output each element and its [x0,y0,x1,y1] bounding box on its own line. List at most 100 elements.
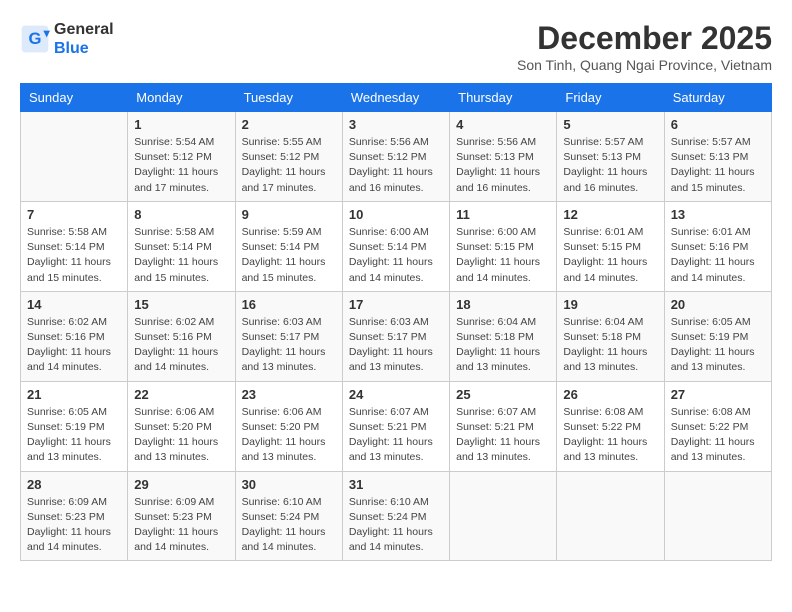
day-number: 7 [27,207,121,222]
weekday-header-wednesday: Wednesday [342,84,449,112]
day-number: 20 [671,297,765,312]
calendar-cell: 14Sunrise: 6:02 AM Sunset: 5:16 PM Dayli… [21,291,128,381]
day-number: 25 [456,387,550,402]
calendar-cell: 25 Sunrise: 6:07 AM Sunset: 5:21 PM Dayli… [450,381,557,471]
calendar-week-row: 14Sunrise: 6:02 AM Sunset: 5:16 PM Dayli… [21,291,772,381]
day-number: 1 [134,117,228,132]
svg-text:G: G [29,29,42,48]
day-info: Sunrise: 5:56 AM Sunset: 5:12 PM Dayligh… [349,135,443,196]
day-info: Sunrise: 5:54 AM Sunset: 5:12 PM Dayligh… [134,135,228,196]
calendar-cell: 8 Sunrise: 5:58 AM Sunset: 5:14 PM Daylig… [128,201,235,291]
calendar-cell: 15Sunrise: 6:02 AM Sunset: 5:16 PM Dayli… [128,291,235,381]
logo-blue-text: Blue [54,40,89,57]
page-header: G General Blue December 2025 Son Tinh, Q… [20,20,772,73]
calendar-cell: 28 Sunrise: 6:09 AM Sunset: 5:23 PM Dayli… [21,471,128,561]
calendar-cell: 21Sunrise: 6:05 AM Sunset: 5:19 PM Dayli… [21,381,128,471]
day-info: Sunrise: 6:04 AM Sunset: 5:18 PM Dayligh… [563,315,657,376]
calendar-cell: 7 Sunrise: 5:58 AM Sunset: 5:14 PM Daylig… [21,201,128,291]
day-number: 26 [563,387,657,402]
calendar-body: 1 Sunrise: 5:54 AM Sunset: 5:12 PM Daylig… [21,112,772,561]
day-number: 27 [671,387,765,402]
calendar-cell: 16 Sunrise: 6:03 AM Sunset: 5:17 PM Dayli… [235,291,342,381]
day-number: 5 [563,117,657,132]
calendar-week-row: 1 Sunrise: 5:54 AM Sunset: 5:12 PM Daylig… [21,112,772,202]
day-info: Sunrise: 6:01 AM Sunset: 5:16 PM Dayligh… [671,225,765,286]
calendar-cell: 20 Sunrise: 6:05 AM Sunset: 5:19 PM Dayli… [664,291,771,381]
calendar-cell: 19 Sunrise: 6:04 AM Sunset: 5:18 PM Dayli… [557,291,664,381]
weekday-header-tuesday: Tuesday [235,84,342,112]
day-info: Sunrise: 6:05 AM Sunset: 5:19 PM Dayligh… [671,315,765,376]
calendar-cell: 30Sunrise: 6:10 AM Sunset: 5:24 PM Dayli… [235,471,342,561]
day-number: 12 [563,207,657,222]
day-info: Sunrise: 5:57 AM Sunset: 5:13 PM Dayligh… [671,135,765,196]
calendar-cell: 18 Sunrise: 6:04 AM Sunset: 5:18 PM Dayli… [450,291,557,381]
day-info: Sunrise: 5:58 AM Sunset: 5:14 PM Dayligh… [27,225,121,286]
day-number: 28 [27,477,121,492]
day-number: 13 [671,207,765,222]
weekday-header-sunday: Sunday [21,84,128,112]
day-number: 24 [349,387,443,402]
day-info: Sunrise: 6:10 AM Sunset: 5:24 PM Dayligh… [242,495,336,556]
day-number: 19 [563,297,657,312]
day-number: 22 [134,387,228,402]
calendar-table: SundayMondayTuesdayWednesdayThursdayFrid… [20,83,772,561]
calendar-week-row: 28 Sunrise: 6:09 AM Sunset: 5:23 PM Dayli… [21,471,772,561]
day-number: 2 [242,117,336,132]
day-number: 8 [134,207,228,222]
day-info: Sunrise: 6:01 AM Sunset: 5:15 PM Dayligh… [563,225,657,286]
day-info: Sunrise: 6:06 AM Sunset: 5:20 PM Dayligh… [242,405,336,466]
calendar-header: SundayMondayTuesdayWednesdayThursdayFrid… [21,84,772,112]
day-info: Sunrise: 5:59 AM Sunset: 5:14 PM Dayligh… [242,225,336,286]
calendar-cell: 26 Sunrise: 6:08 AM Sunset: 5:22 PM Dayli… [557,381,664,471]
day-info: Sunrise: 6:08 AM Sunset: 5:22 PM Dayligh… [671,405,765,466]
day-number: 16 [242,297,336,312]
day-info: Sunrise: 6:00 AM Sunset: 5:15 PM Dayligh… [456,225,550,286]
calendar-cell: 24 Sunrise: 6:07 AM Sunset: 5:21 PM Dayli… [342,381,449,471]
calendar-cell: 6 Sunrise: 5:57 AM Sunset: 5:13 PM Daylig… [664,112,771,202]
day-number: 23 [242,387,336,402]
day-info: Sunrise: 6:03 AM Sunset: 5:17 PM Dayligh… [242,315,336,376]
calendar-cell: 29Sunrise: 6:09 AM Sunset: 5:23 PM Dayli… [128,471,235,561]
day-info: Sunrise: 6:04 AM Sunset: 5:18 PM Dayligh… [456,315,550,376]
day-number: 6 [671,117,765,132]
day-info: Sunrise: 6:02 AM Sunset: 5:16 PM Dayligh… [27,315,121,376]
day-info: Sunrise: 6:07 AM Sunset: 5:21 PM Dayligh… [349,405,443,466]
calendar-cell [450,471,557,561]
calendar-cell: 12 Sunrise: 6:01 AM Sunset: 5:15 PM Dayli… [557,201,664,291]
calendar-cell [664,471,771,561]
logo-general-text: General [54,21,114,38]
day-info: Sunrise: 6:10 AM Sunset: 5:24 PM Dayligh… [349,495,443,556]
day-number: 4 [456,117,550,132]
calendar-cell [557,471,664,561]
calendar-cell: 13 Sunrise: 6:01 AM Sunset: 5:16 PM Dayli… [664,201,771,291]
day-number: 15 [134,297,228,312]
day-info: Sunrise: 6:06 AM Sunset: 5:20 PM Dayligh… [134,405,228,466]
day-info: Sunrise: 6:05 AM Sunset: 5:19 PM Dayligh… [27,405,121,466]
calendar-cell: 22 Sunrise: 6:06 AM Sunset: 5:20 PM Dayli… [128,381,235,471]
weekday-header-saturday: Saturday [664,84,771,112]
weekday-header-friday: Friday [557,84,664,112]
logo-icon: G [20,24,50,54]
calendar-cell: 27 Sunrise: 6:08 AM Sunset: 5:22 PM Dayli… [664,381,771,471]
day-info: Sunrise: 6:08 AM Sunset: 5:22 PM Dayligh… [563,405,657,466]
month-title: December 2025 [517,20,772,57]
day-info: Sunrise: 5:56 AM Sunset: 5:13 PM Dayligh… [456,135,550,196]
calendar-week-row: 7 Sunrise: 5:58 AM Sunset: 5:14 PM Daylig… [21,201,772,291]
day-info: Sunrise: 5:55 AM Sunset: 5:12 PM Dayligh… [242,135,336,196]
day-info: Sunrise: 6:07 AM Sunset: 5:21 PM Dayligh… [456,405,550,466]
day-info: Sunrise: 5:58 AM Sunset: 5:14 PM Dayligh… [134,225,228,286]
day-number: 10 [349,207,443,222]
calendar-week-row: 21Sunrise: 6:05 AM Sunset: 5:19 PM Dayli… [21,381,772,471]
weekday-header-row: SundayMondayTuesdayWednesdayThursdayFrid… [21,84,772,112]
calendar-cell: 1 Sunrise: 5:54 AM Sunset: 5:12 PM Daylig… [128,112,235,202]
day-number: 11 [456,207,550,222]
day-info: Sunrise: 6:00 AM Sunset: 5:14 PM Dayligh… [349,225,443,286]
day-info: Sunrise: 6:09 AM Sunset: 5:23 PM Dayligh… [27,495,121,556]
day-number: 17 [349,297,443,312]
day-number: 31 [349,477,443,492]
day-number: 3 [349,117,443,132]
title-block: December 2025 Son Tinh, Quang Ngai Provi… [517,20,772,73]
day-number: 18 [456,297,550,312]
calendar-cell: 17Sunrise: 6:03 AM Sunset: 5:17 PM Dayli… [342,291,449,381]
calendar-cell: 31 Sunrise: 6:10 AM Sunset: 5:24 PM Dayli… [342,471,449,561]
